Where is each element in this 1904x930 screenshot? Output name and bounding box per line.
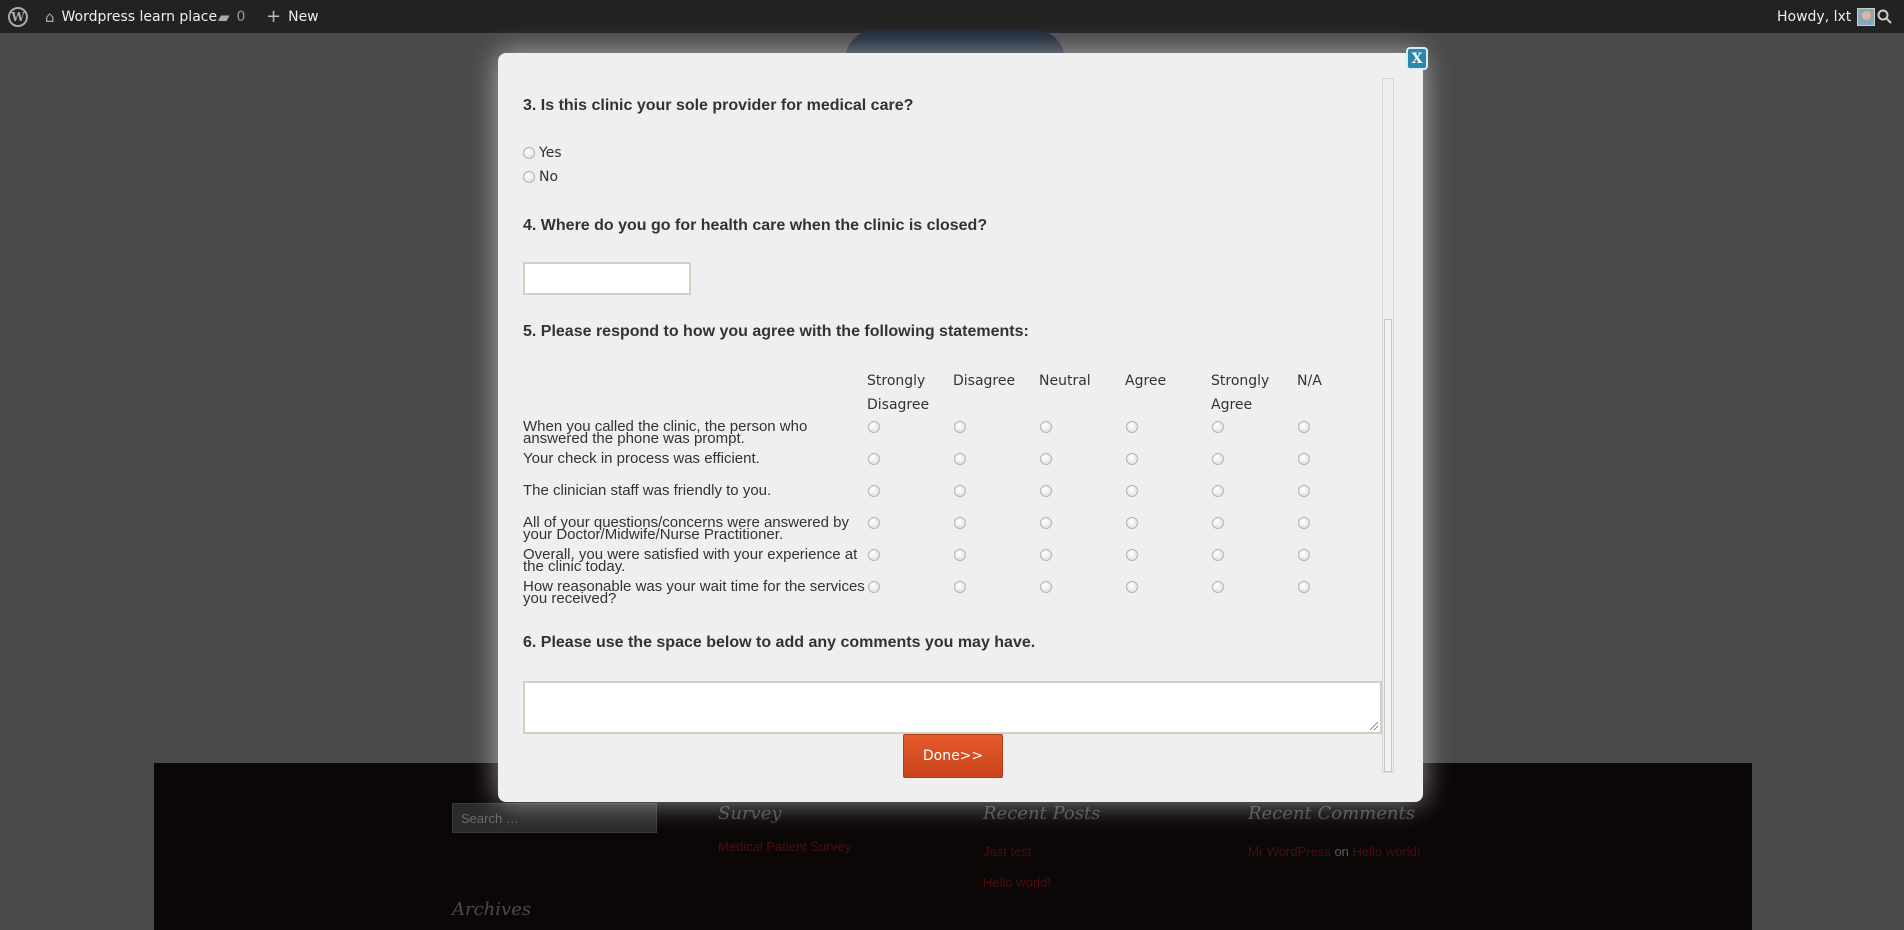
scale-column-header: Strongly Agree	[1211, 373, 1270, 413]
scrollbar-thumb[interactable]	[1384, 319, 1392, 772]
rating-radio[interactable]	[954, 581, 966, 593]
radio-no[interactable]	[523, 171, 535, 183]
health-care-closed-input[interactable]	[523, 262, 691, 295]
rating-radio[interactable]	[954, 517, 966, 529]
site-name-link[interactable]: ⌂ Wordpress learn place	[45, 0, 217, 33]
rating-radio[interactable]	[1212, 421, 1224, 433]
rating-radio[interactable]	[1126, 421, 1138, 433]
comments-textarea[interactable]	[523, 681, 1382, 734]
rating-radio[interactable]	[954, 485, 966, 497]
radio-yes[interactable]	[523, 147, 535, 159]
rating-radio[interactable]	[1298, 581, 1310, 593]
question-6-title: 6. Please use the space below to add any…	[523, 634, 1036, 651]
question-5-title: 5. Please respond to how you agree with …	[523, 323, 1029, 340]
comments-link[interactable]: ▰ 0	[218, 0, 245, 33]
new-content-link[interactable]: + New	[266, 0, 319, 33]
rating-radio[interactable]	[868, 453, 880, 465]
footer-search-input[interactable]: Search …	[452, 803, 657, 833]
scale-column-header: Disagree	[953, 373, 1016, 389]
option-yes-label: Yes	[539, 145, 562, 161]
rating-radio[interactable]	[1298, 485, 1310, 497]
recent-post-link[interactable]: Hello world!	[983, 875, 1051, 890]
rating-radio[interactable]	[1040, 485, 1052, 497]
rating-radio[interactable]	[1212, 485, 1224, 497]
rating-radio[interactable]	[1212, 517, 1224, 529]
rating-radio[interactable]	[1298, 549, 1310, 561]
rating-radio[interactable]	[1040, 581, 1052, 593]
statement-label: How reasonable was your wait time for th…	[523, 578, 865, 607]
comment-bubble-icon: ▰	[218, 7, 230, 26]
resize-grip-icon[interactable]	[1370, 722, 1378, 730]
rating-radio[interactable]	[1126, 581, 1138, 593]
survey-link[interactable]: Medical Patient Survey	[718, 839, 851, 854]
plus-icon: +	[266, 6, 282, 27]
rating-radio[interactable]	[868, 421, 880, 433]
rating-radio[interactable]	[1212, 453, 1224, 465]
question-4-title: 4. Where do you go for health care when …	[523, 217, 988, 234]
statement-label: When you called the clinic, the person w…	[523, 418, 808, 447]
statement-label: The clinician staff was friendly to you.	[523, 482, 772, 499]
rating-radio[interactable]	[1126, 549, 1138, 561]
rating-radio[interactable]	[954, 421, 966, 433]
rating-radio[interactable]	[1212, 581, 1224, 593]
survey-modal: 3. Is this clinic your sole provider for…	[498, 53, 1423, 802]
done-button[interactable]: Done>>	[903, 734, 1003, 778]
rating-radio[interactable]	[954, 453, 966, 465]
recent-comments-title: Recent Comments	[1248, 803, 1415, 824]
new-label: New	[288, 8, 319, 25]
search-icon[interactable]	[1877, 0, 1892, 33]
home-icon: ⌂	[45, 7, 55, 26]
comment-post-link[interactable]: Hello world!	[1353, 844, 1421, 859]
rating-radio[interactable]	[868, 485, 880, 497]
rating-radio[interactable]	[868, 581, 880, 593]
howdy-label: Howdy, lxt	[1777, 8, 1852, 25]
avatar	[1857, 7, 1876, 26]
rating-radio[interactable]	[1040, 549, 1052, 561]
account-menu[interactable]: Howdy, lxt	[1777, 0, 1876, 33]
rating-radio[interactable]	[1212, 549, 1224, 561]
scale-column-header: N/A	[1297, 373, 1322, 389]
scale-column-header: Agree	[1125, 373, 1167, 389]
rating-radio[interactable]	[868, 549, 880, 561]
scale-column-header: Strongly Disagree	[867, 373, 930, 413]
rating-radio[interactable]	[1126, 485, 1138, 497]
question-3-title: 3. Is this clinic your sole provider for…	[523, 97, 914, 114]
comment-author-link[interactable]: Mr WordPress	[1248, 844, 1331, 859]
rating-radio[interactable]	[1040, 421, 1052, 433]
recent-posts-title: Recent Posts	[983, 803, 1101, 824]
rating-radio[interactable]	[1126, 453, 1138, 465]
site-name-label: Wordpress learn place	[61, 8, 218, 25]
comments-count: 0	[236, 8, 246, 25]
recent-comment: Mr WordPress on Hello world!	[1248, 844, 1420, 859]
statement-label: Overall, you were satisfied with your ex…	[523, 546, 858, 575]
rating-radio[interactable]	[868, 517, 880, 529]
recent-post-link[interactable]: Jast test	[983, 844, 1031, 859]
modal-scrollbar[interactable]	[1382, 78, 1394, 773]
close-button[interactable]: X	[1406, 47, 1428, 70]
rating-radio[interactable]	[1298, 517, 1310, 529]
scale-column-header: Neutral	[1039, 373, 1091, 389]
option-no-label: No	[539, 169, 559, 185]
rating-radio[interactable]	[1126, 517, 1138, 529]
admin-bar: W ⌂ Wordpress learn place ▰ 0 + New Howd…	[0, 0, 1904, 33]
rating-radio[interactable]	[1298, 453, 1310, 465]
archives-title: Archives	[452, 899, 532, 920]
statement-label: All of your questions/concerns were answ…	[523, 514, 850, 543]
statement-label: Your check in process was efficient.	[523, 450, 760, 467]
wordpress-logo-icon[interactable]: W	[8, 0, 28, 33]
rating-radio[interactable]	[1298, 421, 1310, 433]
rating-radio[interactable]	[954, 549, 966, 561]
comment-on-text: on	[1334, 844, 1349, 859]
rating-radio[interactable]	[1040, 517, 1052, 529]
survey-widget-title: Survey	[718, 803, 782, 824]
rating-radio[interactable]	[1040, 453, 1052, 465]
